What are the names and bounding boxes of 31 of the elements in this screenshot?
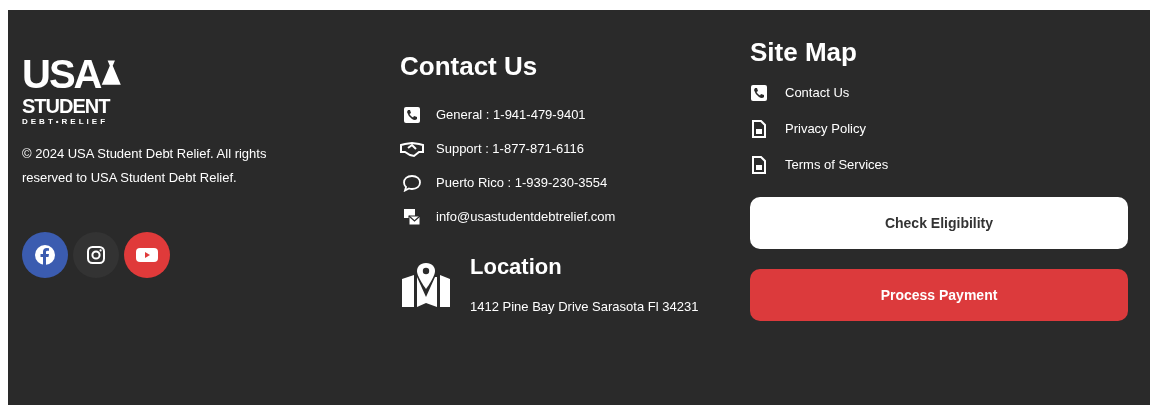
instagram-icon	[86, 245, 106, 265]
contact-text: Support : 1-877-871-6116	[436, 139, 584, 158]
logo-text: DEBT•RELIEF	[22, 118, 110, 126]
site-map-link[interactable]: Privacy Policy	[785, 118, 866, 139]
facebook-icon	[34, 244, 56, 266]
contact-text: General : 1-941-479-9401	[436, 105, 586, 124]
section-heading: Site Map	[750, 36, 858, 68]
logo-text: USA	[22, 54, 101, 94]
phone-icon	[403, 105, 421, 124]
logo-text: STUDENT	[22, 96, 111, 116]
section-heading: Contact Us	[400, 50, 539, 82]
chat-bubble-icon	[403, 173, 421, 192]
document-icon	[750, 155, 768, 174]
envelope-icon	[403, 207, 421, 226]
handshake-icon	[400, 139, 424, 158]
site-map-link[interactable]: Contact Us	[785, 82, 850, 103]
play-icon	[135, 246, 159, 264]
check-eligibility-button[interactable]: Check Eligibility	[750, 197, 1128, 249]
contact-text: info@usastudentdebtrelief.com	[436, 207, 616, 226]
map-pin-icon	[400, 261, 452, 309]
contact-text: Puerto Rico : 1-939-230-3554	[436, 173, 608, 192]
section-heading: Location	[470, 253, 563, 281]
process-payment-button[interactable]: Process Payment	[750, 269, 1128, 321]
phone-icon	[750, 83, 768, 102]
social-link[interactable]	[73, 232, 119, 278]
document-icon	[750, 119, 768, 138]
site-map-link[interactable]: Terms of Services	[785, 154, 889, 175]
copyright-text: © 2024 USA Student Debt Relief. All rights reserved to USA Student Debt Relief.	[22, 145, 268, 187]
social-link[interactable]	[124, 232, 170, 278]
social-link[interactable]	[22, 232, 68, 278]
address-text: 1412 Pine Bay Drive Sarasota Fl 34231	[470, 298, 699, 316]
